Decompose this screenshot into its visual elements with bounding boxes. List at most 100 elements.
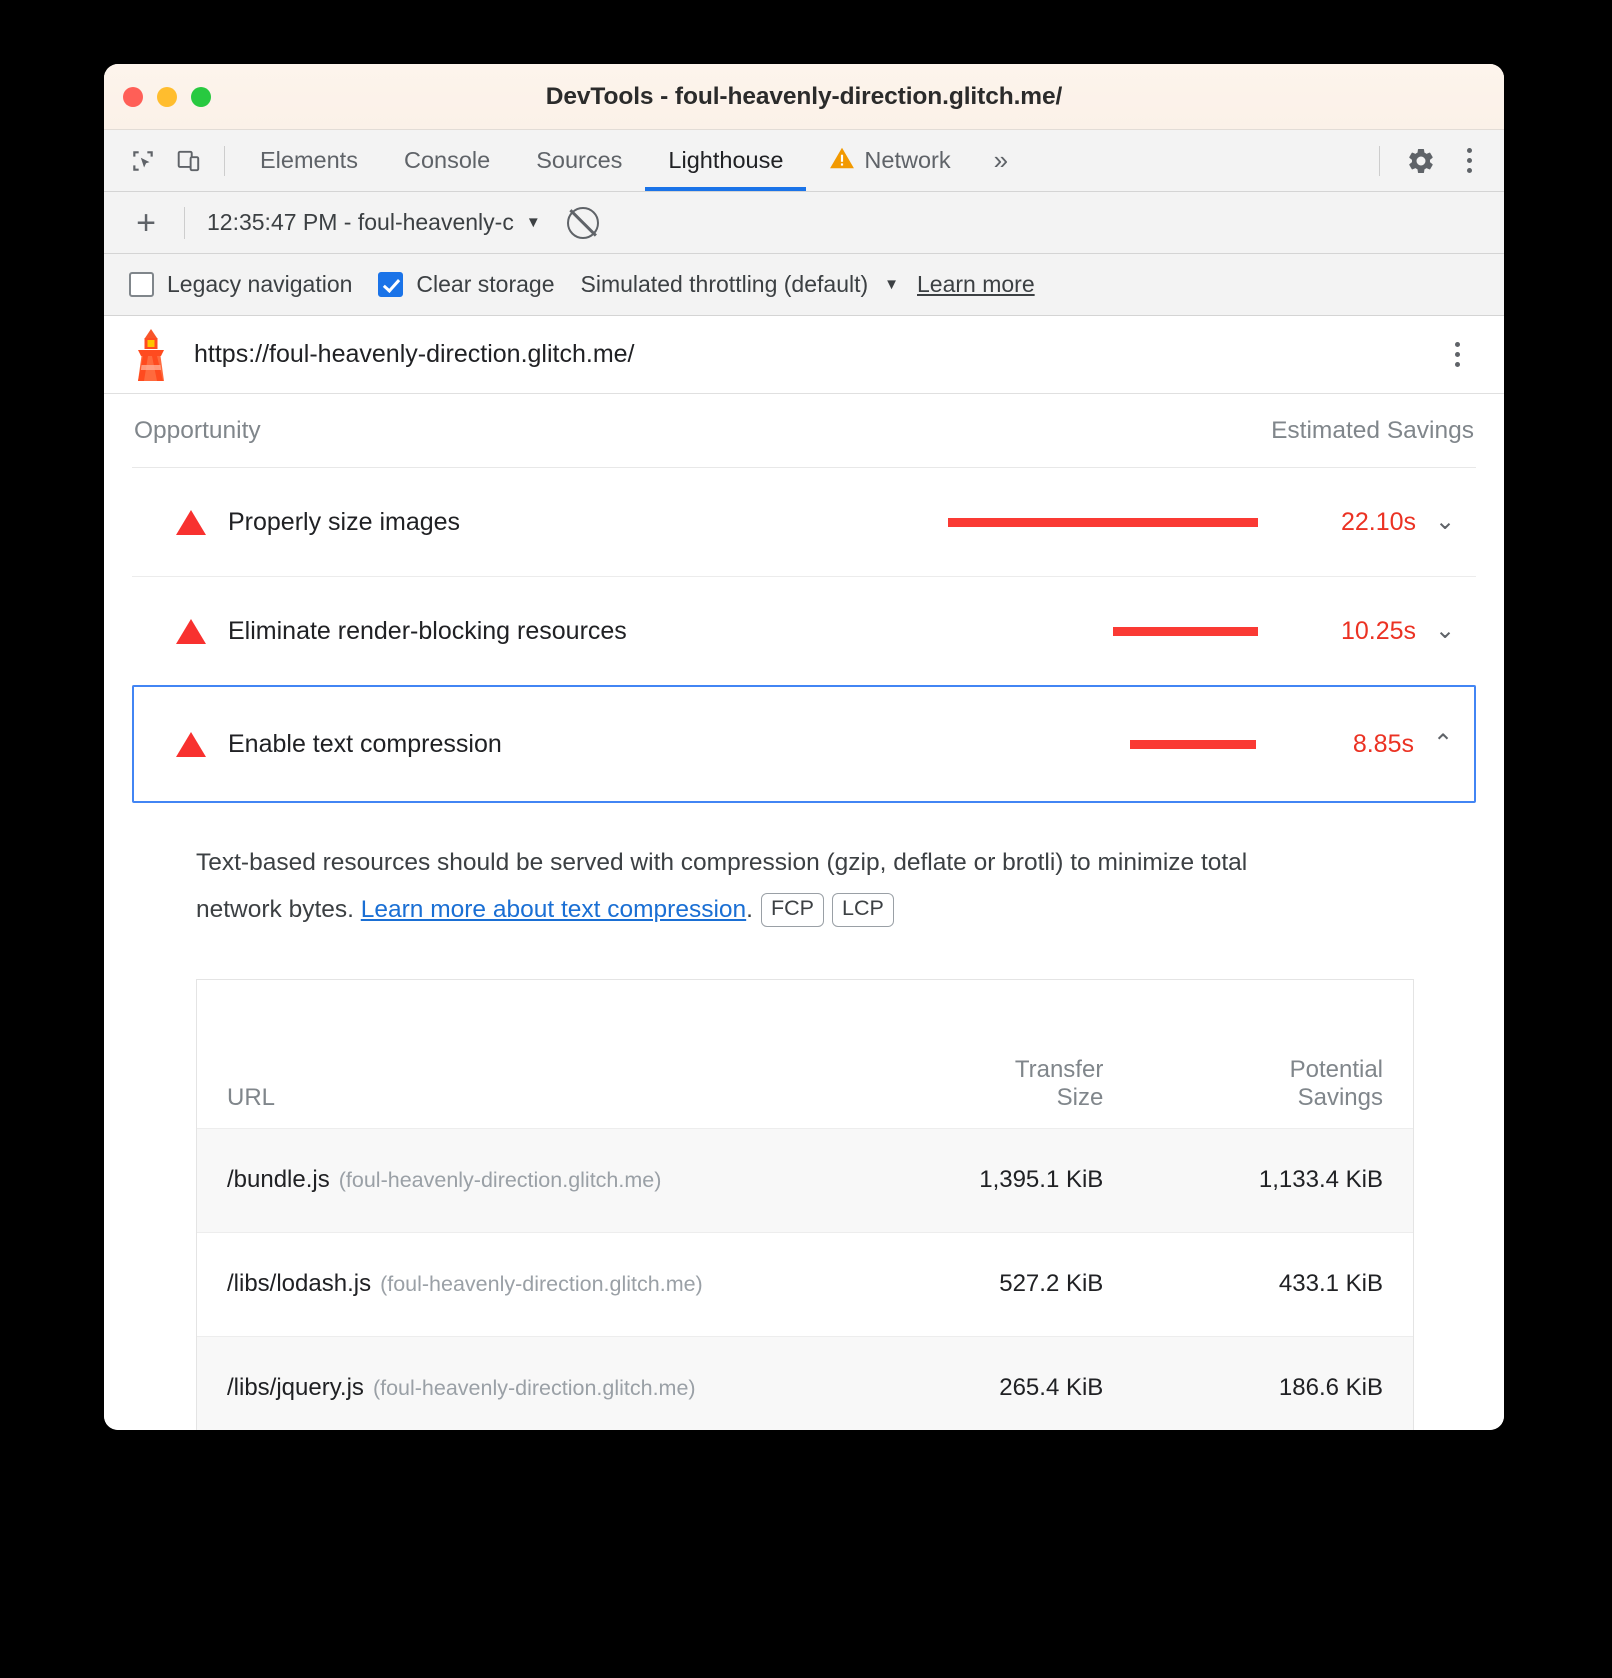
report-selector-dropdown[interactable]: 12:35:47 PM - foul-heavenly-c ▼ <box>207 209 541 236</box>
tab-lighthouse[interactable]: Lighthouse <box>645 130 807 191</box>
opportunity-row-enable-text-compression[interactable]: Enable text compression 8.85s ⌃ <box>132 685 1476 803</box>
opportunity-column-label: Opportunity <box>134 416 261 444</box>
report-content: Opportunity Estimated Savings Properly s… <box>104 394 1504 1430</box>
zoom-window-button[interactable] <box>191 86 211 107</box>
savings-bar-track <box>928 517 1258 527</box>
devtools-main-menu-icon[interactable] <box>1448 138 1490 184</box>
legacy-navigation-checkbox[interactable] <box>129 272 154 297</box>
opportunity-title: Properly size images <box>228 507 461 536</box>
new-report-button[interactable]: + <box>126 206 166 240</box>
description-text-after-link: . <box>746 896 753 924</box>
details-table-wrapper: URL Transfer Size Potential Savings /bun… <box>196 979 1414 1430</box>
resource-host: (foul-heavenly-direction.glitch.me) <box>380 1272 703 1297</box>
metric-badge-fcp: FCP <box>760 893 824 927</box>
table-row: /libs/jquery.js (foul-heavenly-direction.… <box>197 1336 1413 1430</box>
table-row: /bundle.js (foul-heavenly-direction.glitc… <box>197 1128 1413 1233</box>
transfer-size-cell: 265.4 KiB <box>999 1374 1104 1402</box>
opportunity-table-header: Opportunity Estimated Savings <box>132 394 1476 468</box>
savings-bar-track <box>926 739 1256 749</box>
tabbar-right-divider <box>1379 145 1380 176</box>
potential-savings-cell: 186.6 KiB <box>1278 1374 1383 1402</box>
legacy-navigation-label: Legacy navigation <box>167 271 353 297</box>
throttling-select[interactable]: Simulated throttling (default) <box>581 271 869 298</box>
chevron-down-icon: ▼ <box>525 214 541 231</box>
table-header-row: URL Transfer Size Potential Savings <box>197 980 1413 1128</box>
column-header-potential-savings: Potential Savings <box>1133 980 1413 1128</box>
savings-bar-fill <box>1130 739 1256 749</box>
savings-value: 10.25s <box>1340 616 1416 645</box>
lighthouse-options-bar: Legacy navigation Clear storage Simulate… <box>104 254 1504 316</box>
report-selector-label: 12:35:47 PM - foul-heavenly-c <box>207 209 514 235</box>
traffic-lights <box>123 86 211 107</box>
transfer-size-cell: 527.2 KiB <box>999 1270 1104 1298</box>
text-compression-doc-link[interactable]: Learn more about text compression <box>361 896 746 923</box>
savings-bar-fill <box>948 517 1258 527</box>
tab-network[interactable]: Network <box>806 130 973 191</box>
column-header-transfer-size: Transfer Size <box>854 980 1134 1128</box>
tab-console[interactable]: Console <box>381 130 513 191</box>
clear-storage-label: Clear storage <box>416 271 555 297</box>
throttling-chevron-down-icon[interactable]: ▼ <box>884 276 899 293</box>
error-triangle-icon <box>176 731 206 757</box>
opportunity-row-properly-size-images[interactable]: Properly size images 22.10s ⌄ <box>132 468 1476 577</box>
tabbar-right-actions <box>1373 138 1490 184</box>
warning-triangle-icon <box>829 146 855 176</box>
opportunity-row-eliminate-render-blocking-resources[interactable]: Eliminate render-blocking resources 10.2… <box>132 577 1476 686</box>
transfer-size-cell: 1,395.1 KiB <box>979 1166 1104 1194</box>
column-header-url: URL <box>227 1083 276 1111</box>
potential-savings-cell: 433.1 KiB <box>1278 1270 1383 1298</box>
window-title: DevTools - foul-heavenly-direction.glitc… <box>545 82 1063 110</box>
table-row: /libs/lodash.js (foul-heavenly-direction.… <box>197 1232 1413 1336</box>
device-toolbar-icon[interactable] <box>166 138 212 184</box>
lighthouse-icon <box>130 327 172 383</box>
inspect-element-icon[interactable] <box>120 138 166 184</box>
potential-savings-line1: Potential <box>1289 1055 1383 1083</box>
details-table-body: /bundle.js (foul-heavenly-direction.glitc… <box>197 1128 1413 1430</box>
opportunity-description: Text-based resources should be served wi… <box>132 803 1394 933</box>
tab-elements[interactable]: Elements <box>237 130 381 191</box>
savings-bar-track <box>928 626 1258 636</box>
transfer-size-line1: Transfer <box>1014 1055 1104 1083</box>
resource-host: (foul-heavenly-direction.glitch.me) <box>338 1168 662 1193</box>
chevron-down-icon[interactable]: ⌄ <box>1416 619 1474 643</box>
options-learn-more-link[interactable]: Learn more <box>917 271 1035 298</box>
throttling-label: Simulated throttling (default) <box>580 271 869 297</box>
gear-icon[interactable] <box>1398 138 1444 184</box>
tab-elements-label: Elements <box>260 147 358 173</box>
metric-badge-lcp: LCP <box>831 893 894 927</box>
savings-value: 8.85s <box>1352 729 1414 758</box>
report-menu-icon[interactable] <box>1436 332 1478 378</box>
close-window-button[interactable] <box>123 86 143 107</box>
tab-lighthouse-label: Lighthouse <box>668 147 784 173</box>
chevron-up-icon[interactable]: ⌃ <box>1414 732 1472 756</box>
legacy-navigation-option[interactable]: Legacy navigation <box>129 271 352 298</box>
report-header: https://foul-heavenly-direction.glitch.m… <box>104 316 1504 394</box>
resource-url-cell: /bundle.js (foul-heavenly-direction.glitc… <box>197 1128 854 1232</box>
tabbar-divider <box>224 145 225 176</box>
panel-tabs: Elements Console Sources Lighthouse Netw… <box>237 130 1028 191</box>
lighthouse-run-toolbar: + 12:35:47 PM - foul-heavenly-c ▼ <box>104 192 1504 254</box>
chevron-down-icon[interactable]: ⌄ <box>1416 510 1474 534</box>
potential-savings-cell: 1,133.4 KiB <box>1258 1166 1383 1194</box>
savings-bar-fill <box>1113 626 1258 636</box>
clear-all-icon[interactable] <box>566 206 599 239</box>
minimize-window-button[interactable] <box>157 86 177 107</box>
more-tabs-button[interactable]: » <box>974 145 1028 176</box>
opportunity-title: Enable text compression <box>228 729 502 758</box>
transfer-size-line2: Size <box>1056 1083 1104 1111</box>
tab-network-label: Network <box>864 147 951 173</box>
resource-url-cell: /libs/jquery.js (foul-heavenly-direction.… <box>197 1336 854 1430</box>
clear-storage-checkbox[interactable] <box>378 272 404 297</box>
resource-url-cell: /libs/lodash.js (foul-heavenly-direction.… <box>197 1232 854 1336</box>
details-table: URL Transfer Size Potential Savings /bun… <box>197 980 1413 1430</box>
potential-savings-line2: Savings <box>1297 1083 1383 1111</box>
report-url: https://foul-heavenly-direction.glitch.m… <box>194 340 635 368</box>
error-triangle-icon <box>176 509 206 535</box>
tab-sources[interactable]: Sources <box>513 130 645 191</box>
devtools-window: DevTools - foul-heavenly-direction.glitc… <box>104 64 1504 1430</box>
clear-storage-option[interactable]: Clear storage <box>378 271 555 298</box>
opportunity-title: Eliminate render-blocking resources <box>228 616 627 645</box>
resource-host: (foul-heavenly-direction.glitch.me) <box>372 1376 696 1401</box>
estimated-savings-column-label: Estimated Savings <box>1271 416 1474 444</box>
savings-value: 22.10s <box>1340 507 1416 536</box>
